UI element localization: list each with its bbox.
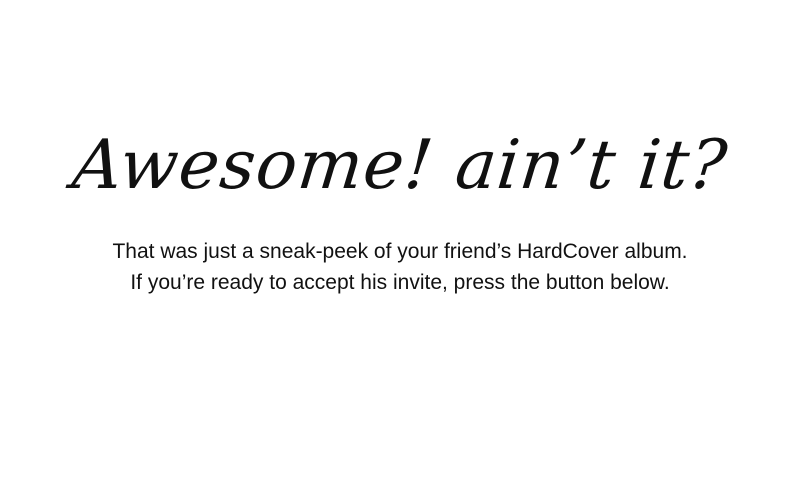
invite-message: That was just a sneak-peek of your frien… xyxy=(0,236,800,298)
invite-message-line-2: If you’re ready to accept his invite, pr… xyxy=(130,271,670,294)
invite-message-line-1: That was just a sneak-peek of your frien… xyxy=(112,240,688,263)
page-headline: Awesome! ain’t it? xyxy=(68,126,732,205)
